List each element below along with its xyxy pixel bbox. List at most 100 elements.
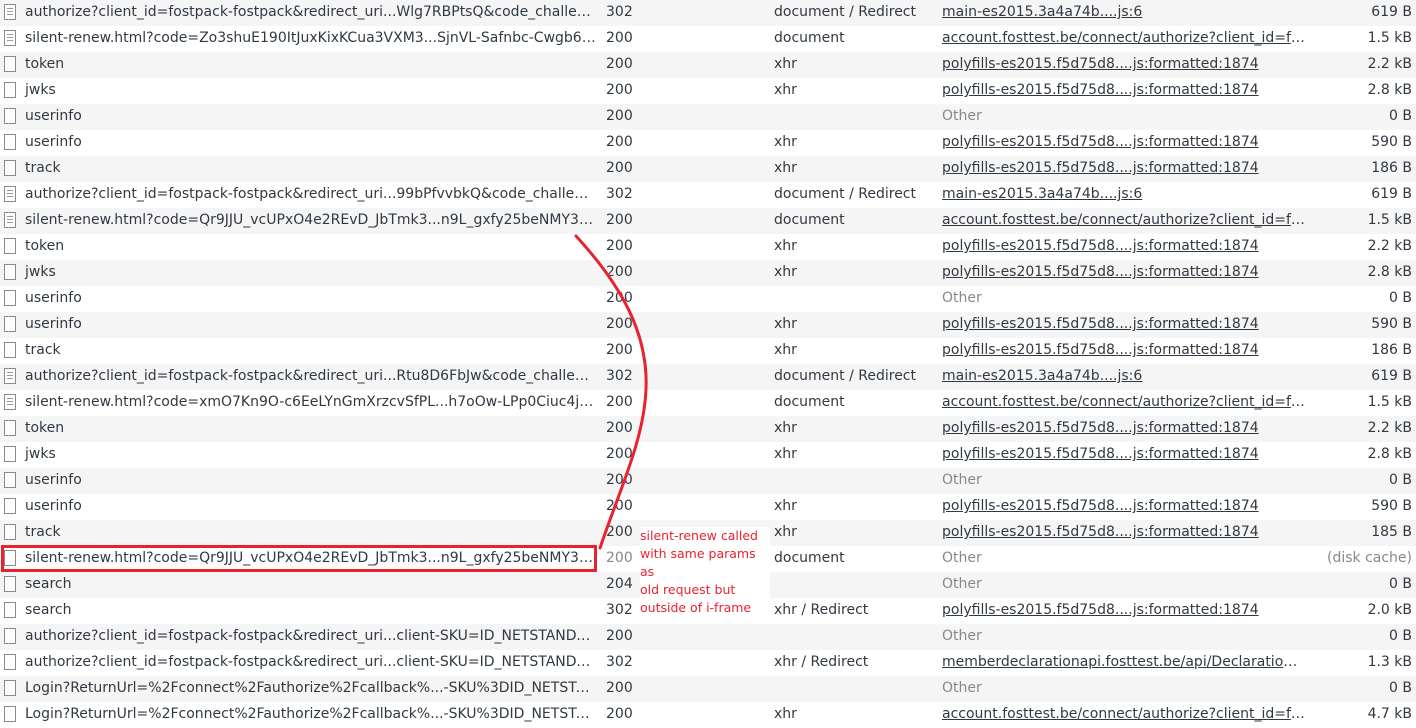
- table-row[interactable]: authorize?client_id=fostpack-fostpack&re…: [0, 182, 1416, 208]
- table-row[interactable]: token 200 xhr polyfills-es2015.f5d75d8....j…: [0, 52, 1416, 78]
- initiator-cell[interactable]: main-es2015.3a4a74b....js:6: [937, 0, 1311, 26]
- table-row[interactable]: jwks 200 xhr polyfills-es2015.f5d75d8....js…: [0, 442, 1416, 468]
- request-name-cell[interactable]: userinfo: [0, 286, 601, 312]
- status-cell: 200: [606, 134, 633, 150]
- request-name-cell[interactable]: userinfo: [0, 468, 601, 494]
- request-name-cell[interactable]: Login?ReturnUrl=%2Fconnect%2Fauthorize%2…: [0, 702, 601, 728]
- initiator-cell[interactable]: polyfills-es2015.f5d75d8....js:formatted…: [937, 52, 1311, 78]
- table-row[interactable]: userinfo 200 Other 0 B: [0, 286, 1416, 312]
- table-row[interactable]: silent-renew.html?code=Zo3shuE190ItJuxKi…: [0, 26, 1416, 52]
- size-cell: 590 B: [1371, 134, 1412, 150]
- request-name-cell[interactable]: Login?ReturnUrl=%2Fconnect%2Fauthorize%2…: [0, 676, 601, 702]
- initiator-cell: Other: [937, 624, 1311, 650]
- initiator-link[interactable]: polyfills-es2015.f5d75d8....js:formatted…: [942, 264, 1259, 280]
- request-name-cell[interactable]: authorize?client_id=fostpack-fostpack&re…: [0, 650, 601, 676]
- initiator-link[interactable]: polyfills-es2015.f5d75d8....js:formatted…: [942, 524, 1259, 540]
- initiator-link[interactable]: account.fosttest.be/connect/authorize?cl…: [942, 706, 1311, 722]
- initiator-cell[interactable]: polyfills-es2015.f5d75d8....js:formatted…: [937, 156, 1311, 182]
- request-name-cell[interactable]: token: [0, 234, 601, 260]
- initiator-cell[interactable]: polyfills-es2015.f5d75d8....js:formatted…: [937, 260, 1311, 286]
- request-name-cell[interactable]: authorize?client_id=fostpack-fostpack&re…: [0, 364, 601, 390]
- type-cell: xhr: [774, 264, 797, 280]
- table-row[interactable]: track 200 xhr polyfills-es2015.f5d75d8....j…: [0, 338, 1416, 364]
- request-name-cell[interactable]: search: [0, 572, 601, 598]
- initiator-cell[interactable]: account.fosttest.be/connect/authorize?cl…: [937, 390, 1311, 416]
- table-row[interactable]: silent-renew.html?code=xmO7Kn9O-c6EeLYnG…: [0, 390, 1416, 416]
- request-name-cell[interactable]: jwks: [0, 260, 601, 286]
- table-row[interactable]: silent-renew.html?code=Qr9JJU_vcUPxO4e2R…: [0, 208, 1416, 234]
- initiator-cell[interactable]: account.fosttest.be/connect/authorize?cl…: [937, 702, 1311, 728]
- request-name-cell[interactable]: search: [0, 598, 601, 624]
- table-row[interactable]: authorize?client_id=fostpack-fostpack&re…: [0, 650, 1416, 676]
- initiator-link[interactable]: polyfills-es2015.f5d75d8....js:formatted…: [942, 602, 1259, 618]
- initiator-link[interactable]: main-es2015.3a4a74b....js:6: [942, 186, 1142, 202]
- initiator-cell[interactable]: polyfills-es2015.f5d75d8....js:formatted…: [937, 338, 1311, 364]
- request-name-cell[interactable]: authorize?client_id=fostpack-fostpack&re…: [0, 182, 601, 208]
- table-row[interactable]: track 200 xhr polyfills-es2015.f5d75d8....j…: [0, 156, 1416, 182]
- table-row[interactable]: userinfo 200 xhr polyfills-es2015.f5d75d8..…: [0, 312, 1416, 338]
- request-name-cell[interactable]: userinfo: [0, 104, 601, 130]
- table-row[interactable]: authorize?client_id=fostpack-fostpack&re…: [0, 364, 1416, 390]
- request-name-cell[interactable]: authorize?client_id=fostpack-fostpack&re…: [0, 0, 601, 26]
- initiator-link[interactable]: account.fosttest.be/connect/authorize?cl…: [942, 212, 1311, 228]
- size-cell: 1.3 kB: [1367, 654, 1412, 670]
- table-row[interactable]: Login?ReturnUrl=%2Fconnect%2Fauthorize%2…: [0, 702, 1416, 728]
- table-row[interactable]: userinfo 200 xhr polyfills-es2015.f5d75d8..…: [0, 494, 1416, 520]
- initiator-link[interactable]: memberdeclarationapi.fosttest.be/api/Dec…: [942, 654, 1311, 670]
- initiator-link[interactable]: polyfills-es2015.f5d75d8....js:formatted…: [942, 134, 1259, 150]
- initiator-cell[interactable]: account.fosttest.be/connect/authorize?cl…: [937, 26, 1311, 52]
- initiator-cell[interactable]: polyfills-es2015.f5d75d8....js:formatted…: [937, 494, 1311, 520]
- initiator-cell[interactable]: memberdeclarationapi.fosttest.be/api/Dec…: [937, 650, 1311, 676]
- initiator-cell[interactable]: polyfills-es2015.f5d75d8....js:formatted…: [937, 598, 1311, 624]
- request-name-cell[interactable]: authorize?client_id=fostpack-fostpack&re…: [0, 624, 601, 650]
- initiator-cell[interactable]: account.fosttest.be/connect/authorize?cl…: [937, 208, 1311, 234]
- request-name-cell[interactable]: userinfo: [0, 130, 601, 156]
- request-name-cell[interactable]: track: [0, 520, 601, 546]
- table-row[interactable]: jwks 200 xhr polyfills-es2015.f5d75d8....js…: [0, 260, 1416, 286]
- table-row[interactable]: jwks 200 xhr polyfills-es2015.f5d75d8....js…: [0, 78, 1416, 104]
- initiator-cell[interactable]: main-es2015.3a4a74b....js:6: [937, 364, 1311, 390]
- initiator-link[interactable]: main-es2015.3a4a74b....js:6: [942, 368, 1142, 384]
- table-row[interactable]: Login?ReturnUrl=%2Fconnect%2Fauthorize%2…: [0, 676, 1416, 702]
- initiator-cell[interactable]: polyfills-es2015.f5d75d8....js:formatted…: [937, 130, 1311, 156]
- request-name-cell[interactable]: userinfo: [0, 312, 601, 338]
- request-name-cell[interactable]: token: [0, 52, 601, 78]
- initiator-link[interactable]: main-es2015.3a4a74b....js:6: [942, 4, 1142, 20]
- request-name-cell[interactable]: userinfo: [0, 494, 601, 520]
- table-row[interactable]: token 200 xhr polyfills-es2015.f5d75d8....j…: [0, 416, 1416, 442]
- table-row[interactable]: userinfo 200 Other 0 B: [0, 468, 1416, 494]
- initiator-link[interactable]: account.fosttest.be/connect/authorize?cl…: [942, 30, 1311, 46]
- initiator-link[interactable]: polyfills-es2015.f5d75d8....js:formatted…: [942, 316, 1259, 332]
- initiator-link[interactable]: polyfills-es2015.f5d75d8....js:formatted…: [942, 498, 1259, 514]
- request-name-cell[interactable]: track: [0, 338, 601, 364]
- request-name-cell[interactable]: silent-renew.html?code=xmO7Kn9O-c6EeLYnG…: [0, 390, 601, 416]
- initiator-cell[interactable]: polyfills-es2015.f5d75d8....js:formatted…: [937, 234, 1311, 260]
- initiator-link[interactable]: polyfills-es2015.f5d75d8....js:formatted…: [942, 56, 1259, 72]
- request-name-cell[interactable]: jwks: [0, 78, 601, 104]
- initiator-cell[interactable]: polyfills-es2015.f5d75d8....js:formatted…: [937, 78, 1311, 104]
- status-cell: 302: [606, 654, 633, 670]
- request-name-cell[interactable]: silent-renew.html?code=Qr9JJU_vcUPxO4e2R…: [0, 208, 601, 234]
- initiator-link[interactable]: polyfills-es2015.f5d75d8....js:formatted…: [942, 446, 1259, 462]
- table-row[interactable]: userinfo 200 Other 0 B: [0, 104, 1416, 130]
- initiator-cell[interactable]: main-es2015.3a4a74b....js:6: [937, 182, 1311, 208]
- request-name-cell[interactable]: silent-renew.html?code=Zo3shuE190ItJuxKi…: [0, 26, 601, 52]
- table-row[interactable]: authorize?client_id=fostpack-fostpack&re…: [0, 0, 1416, 26]
- request-name-cell[interactable]: jwks: [0, 442, 601, 468]
- request-name-cell[interactable]: track: [0, 156, 601, 182]
- initiator-link[interactable]: account.fosttest.be/connect/authorize?cl…: [942, 394, 1311, 410]
- initiator-cell[interactable]: polyfills-es2015.f5d75d8....js:formatted…: [937, 416, 1311, 442]
- initiator-link[interactable]: polyfills-es2015.f5d75d8....js:formatted…: [942, 160, 1259, 176]
- initiator-link[interactable]: polyfills-es2015.f5d75d8....js:formatted…: [942, 82, 1259, 98]
- request-name-cell[interactable]: silent-renew.html?code=Qr9JJU_vcUPxO4e2R…: [0, 546, 601, 572]
- initiator-cell[interactable]: polyfills-es2015.f5d75d8....js:formatted…: [937, 442, 1311, 468]
- table-row[interactable]: authorize?client_id=fostpack-fostpack&re…: [0, 624, 1416, 650]
- initiator-link[interactable]: polyfills-es2015.f5d75d8....js:formatted…: [942, 342, 1259, 358]
- table-row[interactable]: token 200 xhr polyfills-es2015.f5d75d8....j…: [0, 234, 1416, 260]
- initiator-cell[interactable]: polyfills-es2015.f5d75d8....js:formatted…: [937, 312, 1311, 338]
- initiator-link[interactable]: polyfills-es2015.f5d75d8....js:formatted…: [942, 238, 1259, 254]
- request-name-cell[interactable]: token: [0, 416, 601, 442]
- table-row[interactable]: userinfo 200 xhr polyfills-es2015.f5d75d8..…: [0, 130, 1416, 156]
- initiator-link[interactable]: polyfills-es2015.f5d75d8....js:formatted…: [942, 420, 1259, 436]
- initiator-cell[interactable]: polyfills-es2015.f5d75d8....js:formatted…: [937, 520, 1311, 546]
